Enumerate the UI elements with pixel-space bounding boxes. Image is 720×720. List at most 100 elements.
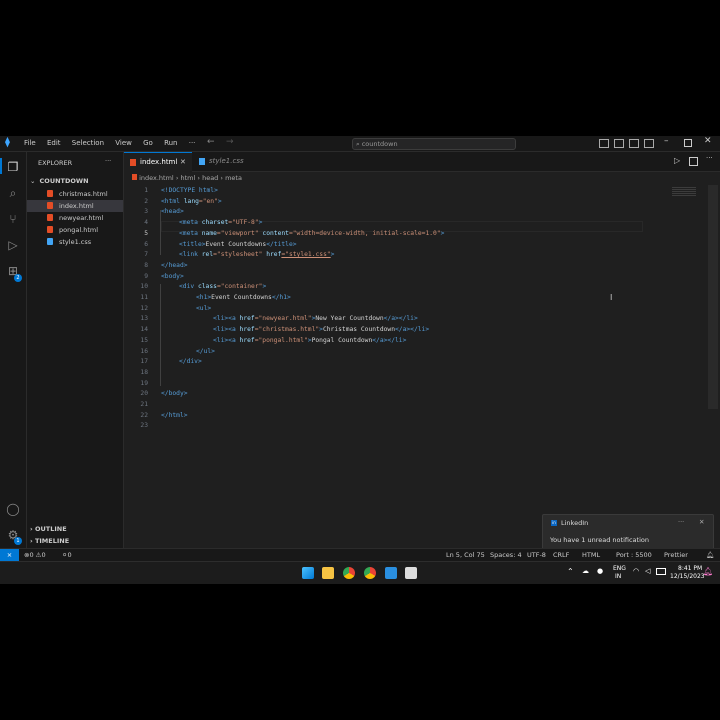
wifi-icon[interactable]: ◠ bbox=[633, 567, 639, 575]
code-token: href bbox=[266, 251, 282, 259]
battery-icon[interactable] bbox=[656, 568, 666, 575]
line-number: 2 bbox=[144, 197, 148, 205]
clock-date[interactable]: 12/15/2023 bbox=[670, 573, 705, 580]
search-icon[interactable]: ⌕ bbox=[6, 186, 20, 200]
chevron-right-icon: › bbox=[175, 174, 179, 182]
account-icon[interactable]: ◯ bbox=[6, 502, 20, 516]
code-token: Event Countdowns bbox=[205, 240, 267, 248]
code-token[interactable]: ="style1.css" bbox=[281, 251, 330, 258]
code-token: <html bbox=[161, 197, 184, 205]
file-item-style1[interactable]: style1.css bbox=[27, 236, 123, 248]
chrome-profile-icon[interactable] bbox=[364, 567, 376, 579]
file-label: index.html bbox=[59, 202, 94, 210]
notification-toast[interactable]: in LinkedIn ··· ✕ You have 1 unread noti… bbox=[542, 514, 714, 550]
line-number: 21 bbox=[140, 401, 148, 408]
toggle-secondary-sidebar-icon[interactable] bbox=[629, 139, 639, 148]
menu-run[interactable]: Run bbox=[164, 139, 177, 147]
file-item-christmas[interactable]: christmas.html bbox=[27, 188, 123, 200]
tab-style1-css[interactable]: style1.css bbox=[193, 152, 261, 171]
tab-label: style1.css bbox=[209, 157, 244, 165]
file-explorer-icon[interactable] bbox=[322, 567, 334, 579]
split-editor-icon[interactable] bbox=[689, 157, 698, 166]
explorer-more-icon[interactable]: ··· bbox=[105, 157, 111, 165]
file-item-index[interactable]: index.html bbox=[27, 200, 123, 212]
taskbar: ⌃ ☁ ● ENG IN ◠ ◁ 8:41 PM 12/15/2023 🔔︎ bbox=[0, 561, 720, 584]
explorer-icon[interactable]: ❐ bbox=[6, 160, 20, 174]
microphone-icon[interactable]: ● bbox=[597, 567, 603, 575]
code-token: </a></li> bbox=[372, 336, 407, 344]
code-token: ="container" bbox=[216, 283, 263, 291]
code-token: href bbox=[239, 336, 255, 344]
code-editor[interactable]: 1 2 3 4 5 6 7 8 9 10 11 12 13 14 15 16 1… bbox=[124, 185, 720, 548]
breadcrumb-meta[interactable]: meta bbox=[225, 174, 242, 182]
code-token: </a></li> bbox=[383, 315, 418, 323]
menu-more[interactable]: ··· bbox=[189, 139, 196, 147]
line-number: 16 bbox=[140, 347, 148, 355]
chrome-icon[interactable] bbox=[343, 567, 355, 579]
run-debug-icon[interactable]: ▷ bbox=[6, 238, 20, 252]
file-label: christmas.html bbox=[59, 190, 108, 198]
more-actions-icon[interactable]: ··· bbox=[706, 154, 713, 162]
code-token: > bbox=[217, 197, 222, 205]
clock-time[interactable]: 8:41 PM bbox=[678, 565, 702, 572]
language-code[interactable]: ENG bbox=[613, 565, 626, 572]
source-control-icon[interactable]: ⑂ bbox=[6, 212, 20, 226]
line-number: 23 bbox=[140, 422, 148, 430]
line-number: 6 bbox=[144, 240, 148, 248]
scrollbar[interactable] bbox=[708, 185, 718, 409]
onedrive-icon[interactable]: ☁ bbox=[582, 567, 589, 575]
breadcrumb-html[interactable]: html bbox=[181, 174, 196, 182]
code-token: <link bbox=[179, 251, 202, 259]
line-number: 8 bbox=[144, 261, 148, 269]
file-item-pongal[interactable]: pongal.html bbox=[27, 224, 123, 236]
breadcrumb-head[interactable]: head bbox=[202, 174, 218, 182]
volume-icon[interactable]: ◁ bbox=[645, 567, 650, 575]
indent-guide bbox=[160, 284, 161, 386]
line-number: 15 bbox=[140, 336, 148, 344]
menu-edit[interactable]: Edit bbox=[47, 139, 61, 147]
menu-view[interactable]: View bbox=[115, 139, 132, 147]
screen: ⧫ File Edit Selection View Go Run ··· ← … bbox=[0, 136, 720, 584]
code-line: </div> bbox=[179, 358, 202, 365]
code-token: content bbox=[262, 229, 289, 237]
minimize-icon[interactable]: – bbox=[664, 136, 669, 146]
timeline-section[interactable]: › TIMELINE bbox=[30, 537, 69, 545]
code-token: ="en" bbox=[198, 197, 218, 205]
toggle-panel-icon[interactable] bbox=[614, 139, 624, 148]
language-region[interactable]: IN bbox=[615, 573, 621, 580]
close-window-icon[interactable]: ✕ bbox=[704, 136, 712, 146]
toggle-primary-sidebar-icon[interactable] bbox=[599, 139, 609, 148]
customize-layout-icon[interactable] bbox=[644, 139, 654, 148]
chevron-up-icon[interactable]: ⌃ bbox=[567, 567, 574, 576]
app-icon[interactable] bbox=[405, 567, 417, 579]
notification-bell-icon[interactable]: 🔔︎ bbox=[703, 567, 713, 576]
outline-section[interactable]: › OUTLINE bbox=[30, 525, 67, 533]
minimap[interactable] bbox=[672, 187, 696, 197]
code-token: </html> bbox=[161, 411, 188, 419]
code-line: <meta name="viewport" content="width=dev… bbox=[179, 230, 444, 237]
code-line: <link rel="stylesheet" href="style1.css"… bbox=[179, 251, 334, 258]
more-options-icon[interactable]: ··· bbox=[678, 518, 684, 526]
css-file-icon bbox=[47, 238, 53, 245]
folder-header[interactable]: ⌄ COUNTDOWN bbox=[27, 175, 123, 187]
code-token: </a></li> bbox=[395, 326, 430, 334]
notification-message: You have 1 unread notification bbox=[550, 536, 649, 544]
breadcrumb-file[interactable]: index.html bbox=[139, 174, 174, 182]
start-icon[interactable] bbox=[302, 567, 314, 579]
code-token: </h1> bbox=[271, 294, 291, 301]
maximize-icon[interactable] bbox=[684, 139, 692, 147]
close-icon[interactable]: ✕ bbox=[699, 518, 704, 526]
tab-index-html[interactable]: index.html ✕ bbox=[124, 152, 192, 172]
file-item-newyear[interactable]: newyear.html bbox=[27, 212, 123, 224]
run-icon[interactable]: ▷ bbox=[674, 156, 680, 165]
menu-selection[interactable]: Selection bbox=[72, 139, 104, 147]
menu-file[interactable]: File bbox=[24, 139, 36, 147]
menu-go[interactable]: Go bbox=[143, 139, 153, 147]
command-center[interactable]: ⌕ countdown bbox=[352, 138, 516, 150]
vscode-icon[interactable] bbox=[385, 567, 397, 579]
close-icon[interactable]: ✕ bbox=[180, 153, 186, 172]
forward-arrow-icon[interactable]: → bbox=[226, 137, 234, 147]
back-arrow-icon[interactable]: ← bbox=[207, 137, 215, 147]
line-number: 18 bbox=[140, 368, 148, 376]
code-token: lang bbox=[183, 197, 199, 205]
